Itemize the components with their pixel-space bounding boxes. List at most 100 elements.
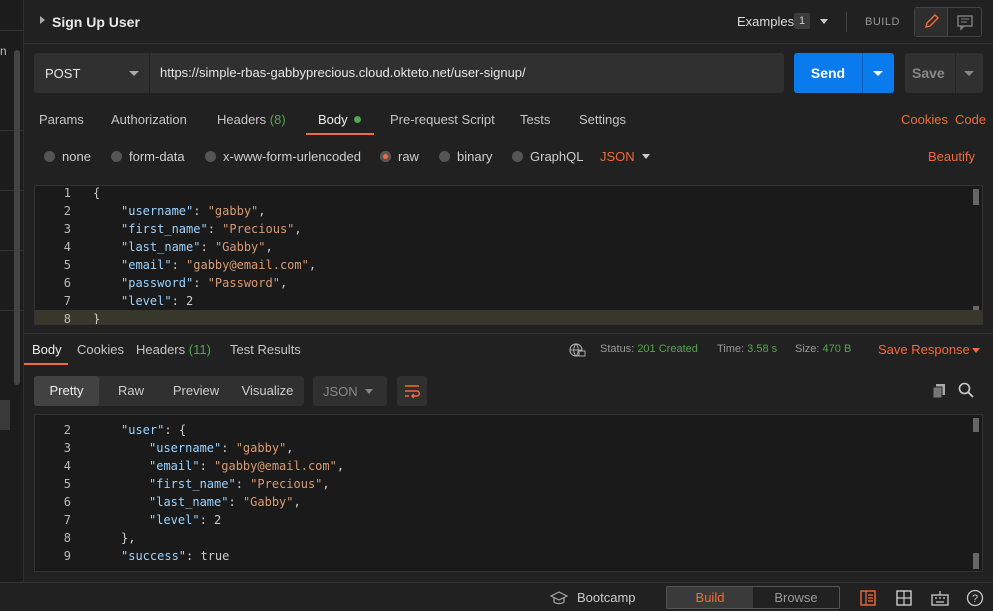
beautify-link[interactable]: Beautify: [928, 149, 975, 164]
code-line[interactable]: 6 "password": "Password",: [35, 274, 982, 292]
radio-circle: [111, 151, 122, 162]
line-number: 2: [63, 204, 71, 218]
code-text: "username": "gabby",: [149, 441, 294, 455]
sidebar-collapsed: n: [0, 0, 24, 582]
code-line[interactable]: 8}: [35, 310, 982, 325]
help-icon[interactable]: ?: [966, 589, 984, 607]
tab-tests[interactable]: Tests: [520, 112, 550, 127]
radio-binary[interactable]: binary: [439, 149, 492, 164]
save-response-button[interactable]: Save Response: [878, 342, 970, 357]
pane-divider[interactable]: [24, 333, 993, 334]
code-link[interactable]: Code: [955, 112, 986, 127]
request-header: Sign Up User Examples 1 BUILD: [24, 0, 993, 44]
radio-raw[interactable]: raw: [380, 149, 419, 164]
body-indicator-dot: [353, 116, 361, 123]
code-line[interactable]: 3 "username": "gabby",: [35, 439, 982, 457]
radio-none[interactable]: none: [44, 149, 91, 164]
browse-mode-button[interactable]: Browse: [753, 587, 839, 608]
radio-form-data[interactable]: form-data: [111, 149, 185, 164]
code-line[interactable]: 7 "level": 2: [35, 511, 982, 529]
radio-x-www-form-urlencoded[interactable]: x-www-form-urlencoded: [205, 149, 361, 164]
sidebar-scrollbar[interactable]: [14, 50, 20, 385]
code-line[interactable]: 9 "success": true: [35, 547, 982, 565]
layout-grid-icon[interactable]: [895, 589, 913, 607]
build-mode-button[interactable]: Build: [667, 587, 753, 608]
two-pane-view-icon[interactable]: [859, 589, 877, 607]
response-view-modes: Pretty Raw Preview Visualize: [34, 376, 304, 406]
tab-authorization[interactable]: Authorization: [111, 112, 187, 127]
tab-headers-label: Headers: [217, 112, 267, 127]
code-line[interactable]: 3 "first_name": "Precious",: [35, 220, 982, 238]
code-line[interactable]: 6 "last_name": "Gabby",: [35, 493, 982, 511]
tab-body-label: Body: [318, 112, 348, 127]
chevron-down-icon[interactable]: [820, 19, 828, 24]
radio-label: form-data: [129, 149, 185, 164]
graduation-cap-icon[interactable]: [549, 589, 569, 607]
wrap-lines-icon[interactable]: [397, 376, 427, 406]
request-panel: Sign Up User Examples 1 BUILD POST https…: [24, 0, 993, 582]
code-line[interactable]: 4 "last_name": "Gabby",: [35, 238, 982, 256]
code-line[interactable]: 1{: [35, 186, 982, 202]
code-line[interactable]: 2 "user": {: [35, 421, 982, 439]
method-value: POST: [45, 66, 81, 81]
tab-pre-request-script[interactable]: Pre-request Script: [390, 112, 495, 127]
view-pretty[interactable]: Pretty: [34, 376, 99, 406]
chevron-down-icon[interactable]: [972, 348, 980, 353]
sidebar-selected-item[interactable]: [0, 400, 10, 430]
method-select[interactable]: POST: [34, 53, 149, 93]
cookies-link[interactable]: Cookies: [901, 112, 948, 127]
expand-caret-icon[interactable]: [40, 16, 45, 24]
tab-body[interactable]: Body: [318, 112, 361, 127]
url-input[interactable]: https://simple-rbas-gabbyprecious.cloud.…: [150, 53, 784, 93]
active-response-tab-underline: [24, 363, 68, 365]
examples-label[interactable]: Examples: [737, 14, 794, 29]
keyboard-icon[interactable]: [931, 589, 949, 607]
send-button[interactable]: Send: [794, 53, 894, 93]
save-split: [955, 53, 956, 93]
pencil-icon[interactable]: [915, 8, 948, 36]
radio-graphql[interactable]: GraphQL: [512, 149, 583, 164]
chevron-down-icon[interactable]: [873, 71, 883, 76]
code-text: "first_name": "Precious",: [149, 477, 330, 491]
code-line[interactable]: 4 "email": "gabby@email.com",: [35, 457, 982, 475]
body-language-select[interactable]: JSON: [600, 149, 635, 164]
code-line[interactable]: 5 "email": "gabby@email.com",: [35, 256, 982, 274]
view-preview[interactable]: Preview: [161, 376, 231, 406]
chevron-down-icon[interactable]: [642, 154, 650, 159]
comment-icon[interactable]: [949, 8, 981, 36]
response-tab-body[interactable]: Body: [32, 342, 62, 357]
code-text: }: [93, 312, 101, 325]
code-line[interactable]: 8},: [35, 529, 982, 547]
code-line[interactable]: 7 "level": 2: [35, 292, 982, 310]
copy-icon[interactable]: [930, 381, 948, 399]
sidebar-glyph: n: [0, 44, 7, 58]
line-number: 2: [63, 423, 71, 437]
request-title[interactable]: Sign Up User: [52, 14, 140, 30]
tab-headers[interactable]: Headers (8): [217, 112, 286, 127]
chevron-down-icon[interactable]: [964, 71, 974, 76]
code-text: },: [121, 531, 136, 545]
search-icon[interactable]: [957, 381, 975, 399]
code-line[interactable]: 2 "username": "gabby",: [35, 202, 982, 220]
response-tab-test-results[interactable]: Test Results: [230, 342, 301, 357]
code-line[interactable]: 5 "first_name": "Precious",: [35, 475, 982, 493]
response-tab-cookies[interactable]: Cookies: [77, 342, 124, 357]
code-text: "password": "Password",: [121, 276, 288, 290]
response-format-select[interactable]: JSON: [313, 376, 387, 406]
line-number: 4: [63, 240, 71, 254]
line-number: 8: [63, 312, 71, 325]
save-button[interactable]: Save: [905, 53, 983, 93]
bootcamp-link[interactable]: Bootcamp: [577, 590, 636, 605]
view-raw[interactable]: Raw: [101, 376, 161, 406]
request-body-editor[interactable]: 1{2 "username": "gabby", 3 "first_name": "P…: [34, 185, 983, 325]
active-tab-underline: [306, 133, 374, 135]
radio-circle: [512, 151, 523, 162]
code-text: "success": true: [121, 549, 230, 563]
globe-icon[interactable]: [568, 341, 586, 359]
tab-settings[interactable]: Settings: [579, 112, 626, 127]
header-divider: [846, 12, 847, 32]
response-body-viewer[interactable]: 2 "user": {3 "username": "gabby", 4 "email":…: [34, 414, 983, 572]
response-tab-headers[interactable]: Headers (11): [136, 342, 211, 357]
view-visualize[interactable]: Visualize: [231, 376, 304, 406]
tab-params[interactable]: Params: [39, 112, 84, 127]
